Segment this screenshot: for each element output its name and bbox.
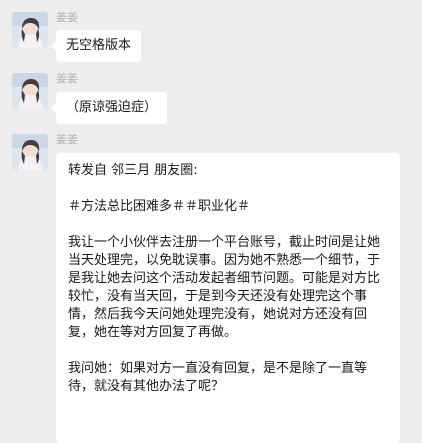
message-bubble[interactable]: 无空格版本 [50,30,142,62]
sender-name: 姜姜 [56,11,78,24]
profile-photo-icon [12,12,48,48]
message-paragraph: 转发自 邻三月 朋友圈: [68,163,198,178]
message-bubble[interactable]: 转发自 邻三月 朋友圈: ＃方法总比困难多＃＃职业化＃ 我让一个小伙伴去注册一个… [56,153,400,443]
message-bubble[interactable]: （原谅强迫症） [50,92,168,124]
message-paragraph: 我问她：如果对方一直没有回复，是不是除了一直等待，就没有其他办法了呢？ [68,361,368,394]
avatar[interactable] [12,73,48,109]
avatar[interactable] [12,134,48,170]
message-text: （原谅强迫症） [66,100,158,115]
profile-photo-icon [12,134,48,170]
avatar[interactable] [12,12,48,48]
sender-name: 姜姜 [56,133,78,146]
message-paragraph: ＃方法总比困难多＃＃职业化＃ [68,199,251,214]
message-paragraph: 我让一个小伙伴去注册一个平台账号，截止时间是让她当天处理完，以免耽误事。因为她不… [68,235,381,340]
chat-message-list: 姜姜 无空格版本 姜姜 （原谅强迫症） 姜姜 转发自 邻三月 朋友圈: ＃方法总… [0,0,422,443]
sender-name: 姜姜 [56,72,78,85]
profile-photo-icon [12,73,48,109]
message-text: 无空格版本 [66,38,132,53]
